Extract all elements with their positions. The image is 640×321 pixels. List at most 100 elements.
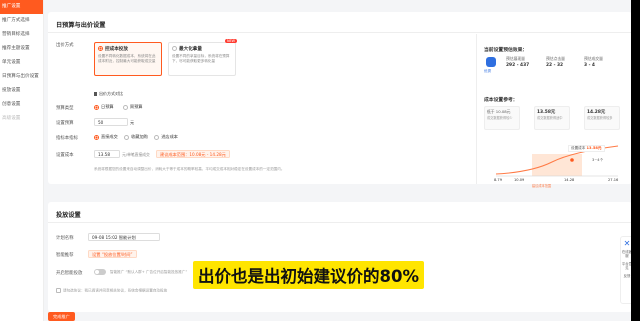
range-label: 建议成本范围	[532, 184, 552, 188]
bid-method-label: 出价方式	[56, 43, 74, 48]
stat-value: 3 - 4	[584, 63, 595, 68]
budget-input[interactable]: 50	[94, 118, 128, 126]
suggestion-mid: 13.58元 成交数据获得适中	[534, 106, 570, 130]
budget-unit: 元	[130, 120, 135, 125]
sidebar-item-delivery[interactable]: 投放设置	[0, 84, 43, 98]
plan-name-input[interactable]: 09-08 15:02 智能计划	[88, 233, 160, 241]
stat-label: 预估展现量	[506, 56, 525, 61]
suggestion-desc: 成交数据获得适中	[537, 116, 563, 120]
radio-store[interactable]: 进店成本	[161, 134, 178, 139]
radio-icon[interactable]	[94, 104, 99, 110]
video-caption: 出价也是出初始建议价的80%	[193, 261, 424, 289]
radio-fav[interactable]: 收藏加购	[131, 134, 148, 139]
current-point	[570, 158, 574, 162]
forecast-title: 当前设置预估效果：	[484, 48, 528, 53]
budget-type-label: 预算类型	[56, 106, 74, 111]
radio-icon[interactable]	[122, 104, 128, 110]
radio-icon	[172, 46, 177, 51]
option-title: 控成本投放	[105, 47, 128, 52]
budget-label: 设置预算	[56, 121, 74, 126]
divider	[476, 34, 477, 184]
suggestion-desc: 成交数据获得较多	[587, 116, 613, 120]
budget-card-title: 日预算与出价设置	[56, 22, 106, 29]
stat-conversions: 预估成交量 3 - 4	[584, 56, 603, 68]
cost-type-label: 指标本指标	[56, 136, 78, 141]
current-tag-value: 13.58元	[586, 146, 602, 150]
agree-label: 请勾选协议：我已阅读并同意相关协议，系统会根据设置自动投放	[63, 288, 168, 293]
radio-daily[interactable]: 日预算	[101, 104, 114, 109]
sidebar-item-creative[interactable]: 创意设置	[0, 98, 43, 112]
budget-type-radios: 日预算 周预算	[94, 104, 143, 110]
suggestion-title: 低于 10.08元	[487, 109, 511, 114]
suggestion-desc: 成交数据获得较少	[487, 116, 513, 120]
support-icon[interactable]: ✕	[623, 240, 631, 248]
axis-tick: 27.16	[608, 178, 619, 182]
option-title: 最大化拿量	[179, 47, 202, 52]
smart-delivery-toggle[interactable]	[94, 269, 106, 275]
cost-curve-chart	[495, 145, 619, 177]
sidebar: 推广设置 推广方式选择 营销目标选择 推荐主题设置 单元设置 日预算与出价设置 …	[0, 0, 44, 321]
sidebar-item-promo-settings[interactable]: 推广设置	[0, 0, 43, 14]
radio-icon[interactable]	[154, 134, 160, 140]
stat-value: 22 - 32	[546, 63, 564, 68]
plan-name-label: 计划名称	[56, 236, 74, 241]
stat-label: 预估成交量	[584, 56, 603, 61]
current-tag-label: 设置成本	[571, 146, 586, 150]
sidebar-item-topic[interactable]: 推荐主题设置	[0, 42, 43, 56]
suggestion-low: 低于 10.08元 成交数据获得较少	[484, 106, 520, 130]
budget-bid-card: 日预算与出价设置 出价方式 控成本投放 设置不同转化数据成本，系统将在此成本附近…	[48, 12, 632, 188]
suggest-range-chip[interactable]: 建议成本范围：10.08元 - 14.28元	[156, 150, 230, 158]
cost-ref-title: 成本设置参考：	[484, 98, 518, 103]
toggle-hint: 智能推广 “默认人群+ 广告位开启智能投放推广”	[110, 270, 188, 274]
letterbox-right	[631, 0, 640, 321]
suggestion-high: 14.28元 成交数据获得较多	[584, 106, 620, 130]
sidebar-item-goal[interactable]: 营销目标选择	[0, 28, 43, 42]
stat-impressions: 预估展现量 292 - 437	[506, 56, 529, 68]
range-fill	[532, 154, 582, 176]
divider	[48, 32, 632, 33]
doc-icon	[94, 92, 97, 96]
divider	[48, 222, 632, 223]
compare-link-label: 出价方式对比	[99, 91, 123, 96]
option-cost-control[interactable]: 控成本投放 设置不同转化数据成本，系统将在此成本附近，控制最大可能获取成交量	[94, 42, 162, 76]
axis-tick: 10.09	[514, 178, 525, 182]
delivery-card-title: 投放设置	[56, 212, 81, 219]
option-desc: 设置不同转化数据成本，系统将在此成本附近，控制最大可能获取成交量	[98, 54, 156, 63]
cost-type-radios: 直接成交 收藏加购 进店成本	[94, 134, 178, 140]
option-max-volume[interactable]: NEW 最大化拿量 设置不同的拿量目标，系统将在预算下，尽可能获取更多转化量	[168, 39, 237, 76]
sidebar-item-budget[interactable]: 日预算与出价设置	[0, 70, 43, 84]
compare-link[interactable]: 出价方式对比	[94, 91, 123, 97]
target-chip[interactable]: 设置 “投放位置/时间”	[88, 250, 137, 258]
radio-icon[interactable]	[124, 134, 130, 140]
cost-hint: 元/单笔直接成交	[122, 152, 150, 157]
delivery-card: 投放设置 计划名称 09-08 15:02 智能计划 智能推荐 设置 “投放位置…	[48, 202, 632, 312]
suggestion-title: 14.28元	[587, 110, 606, 115]
axis-tick: 14.28	[564, 178, 575, 182]
sidebar-item-unit[interactable]: 单元设置	[0, 56, 43, 70]
radio-direct[interactable]: 直接成交	[101, 134, 118, 139]
radio-weekly[interactable]: 周预算	[130, 104, 143, 109]
current-tag: 设置成本 13.58元	[568, 145, 605, 152]
stat-value: 292 - 437	[506, 63, 530, 68]
app-frame: 推广设置 推广方式选择 营销目标选择 推荐主题设置 单元设置 日预算与出价设置 …	[0, 0, 640, 321]
suggestion-title: 13.58元	[537, 110, 556, 115]
cost-input[interactable]: 13.58	[94, 150, 120, 158]
sidebar-item-method[interactable]: 推广方式选择	[0, 14, 43, 28]
radio-icon[interactable]	[94, 134, 99, 140]
new-badge: NEW	[224, 39, 237, 43]
target-label: 智能推荐	[56, 253, 74, 258]
rating-shield-icon	[486, 57, 496, 67]
footnote: 系统将根据您的设置来自动调整出价，消耗大于等于成本的概率较高，平均成交成本相对稳…	[94, 167, 285, 171]
cost-label: 设置成本	[56, 153, 74, 158]
axis-tick: 8.79	[494, 178, 503, 182]
stat-label: 预估点击量	[546, 56, 565, 61]
toggle-label: 开启智能投放	[56, 271, 83, 276]
stat-clicks: 预估点击量 22 - 32	[546, 56, 565, 68]
agree-row: 请勾选协议：我已阅读并同意相关协议，系统会根据设置自动投放	[56, 288, 167, 294]
sidebar-item-advanced[interactable]: 高级设置	[0, 112, 43, 126]
radio-icon	[98, 46, 103, 51]
agree-checkbox[interactable]	[56, 288, 61, 293]
right-tick: 3~4个	[592, 158, 604, 162]
submit-button[interactable]: 完成推广	[48, 312, 75, 321]
option-desc: 设置不同的拿量目标，系统将在预算下，尽可能获取更多转化量	[172, 54, 230, 63]
